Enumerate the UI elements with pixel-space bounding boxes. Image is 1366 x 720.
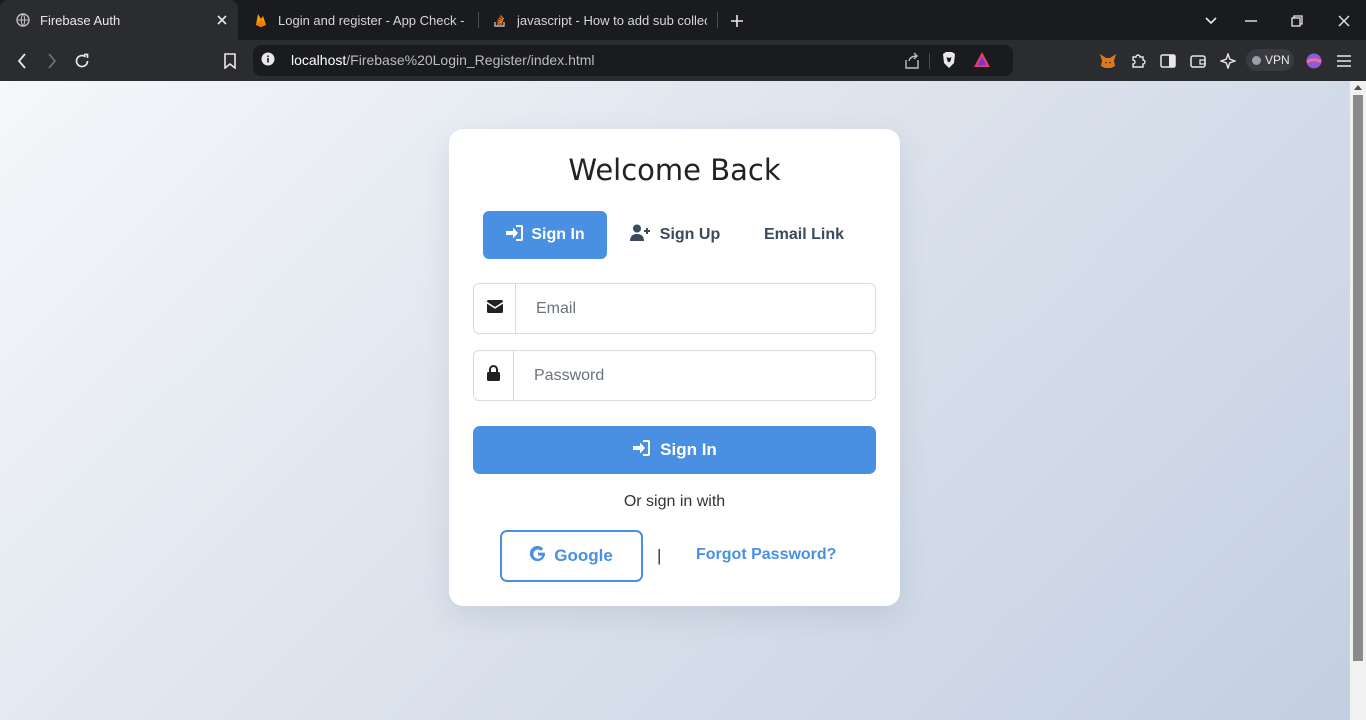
tab-title: Firebase Auth [40, 12, 121, 28]
tab-sign-up-label: Sign Up [659, 226, 721, 243]
page-title: Welcome Back [568, 153, 781, 187]
tab-firebase-auth[interactable]: Firebase Auth [0, 0, 238, 40]
tab-sign-in[interactable]: Sign In [483, 211, 607, 259]
sign-in-button[interactable]: Sign In [473, 426, 876, 474]
back-icon[interactable] [10, 49, 34, 73]
menu-icon[interactable] [1332, 49, 1356, 73]
reload-icon[interactable] [70, 49, 94, 73]
brave-shields-icon[interactable] [940, 51, 958, 69]
firebase-icon [254, 13, 268, 27]
url-separator [929, 53, 930, 69]
url-host: localhost [291, 52, 347, 68]
wallet-icon[interactable] [1186, 49, 1210, 73]
new-tab-icon[interactable] [726, 10, 748, 32]
brave-rewards-icon[interactable] [973, 51, 991, 69]
tab-separator [478, 12, 479, 28]
vpn-status-dot [1252, 55, 1261, 65]
google-button-label: Google [554, 546, 613, 565]
forgot-password-link[interactable]: Forgot Password? [696, 546, 836, 564]
tab-app-check[interactable]: Login and register - App Check - Fir [254, 0, 470, 40]
tab-strip: Firebase Auth Login and register - App C… [0, 0, 1366, 40]
vpn-button[interactable]: VPN [1246, 49, 1294, 71]
tab-search-chevron-icon[interactable] [1200, 10, 1222, 32]
separator-pipe: | [657, 546, 662, 565]
sign-in-icon [505, 224, 524, 246]
password-addon [474, 351, 514, 400]
lock-icon [487, 365, 500, 386]
address-bar[interactable]: localhost/Firebase%20Login_Register/inde… [253, 45, 1013, 76]
sign-in-icon [632, 439, 651, 461]
metamask-icon[interactable] [1096, 49, 1120, 73]
scroll-up-arrow-icon[interactable] [1354, 85, 1362, 90]
google-icon [530, 545, 546, 567]
email-input-group [473, 283, 876, 334]
scrollbar[interactable] [1350, 81, 1366, 720]
vpn-label: VPN [1265, 53, 1290, 67]
email-addon [474, 284, 516, 333]
tab-email-link[interactable]: Email Link [755, 211, 853, 259]
or-sign-in-with-text: Or sign in with [623, 493, 726, 510]
globe-icon [16, 13, 30, 27]
user-plus-icon [629, 224, 652, 246]
leo-ai-icon[interactable] [1216, 49, 1240, 73]
password-field[interactable] [534, 351, 864, 400]
url-text: localhost/Firebase%20Login_Register/inde… [291, 52, 595, 68]
tab-sign-up[interactable]: Sign Up [621, 211, 729, 259]
auth-card: Welcome Back Sign In Sign Up Email Link [449, 129, 900, 606]
stackoverflow-icon [493, 13, 507, 27]
url-path: /Firebase%20Login_Register/index.html [346, 52, 595, 68]
tab-stackoverflow[interactable]: javascript - How to add sub collectio [493, 0, 709, 40]
restore-icon[interactable] [1286, 10, 1308, 32]
close-window-icon[interactable] [1333, 10, 1355, 32]
password-input-group [473, 350, 876, 401]
sidebar-icon[interactable] [1156, 49, 1180, 73]
tab-separator [717, 12, 718, 28]
site-info-icon[interactable] [261, 52, 277, 68]
profile-avatar-icon[interactable] [1302, 49, 1326, 73]
extensions-icon[interactable] [1126, 49, 1150, 73]
tab-title: javascript - How to add sub collectio [517, 12, 707, 28]
scroll-thumb[interactable] [1353, 95, 1363, 661]
share-icon[interactable] [903, 52, 921, 70]
forward-icon[interactable] [40, 49, 64, 73]
tab-email-link-label: Email Link [763, 226, 845, 243]
sign-in-button-label: Sign In [660, 440, 717, 459]
google-sign-in-button[interactable]: Google [500, 530, 643, 582]
tab-sign-in-label: Sign In [531, 226, 585, 243]
tab-title: Login and register - App Check - Fir [278, 12, 466, 28]
envelope-icon [486, 299, 503, 318]
minimize-icon[interactable] [1240, 10, 1262, 32]
email-field[interactable] [536, 284, 866, 333]
bookmark-icon[interactable] [218, 49, 242, 73]
close-tab-icon[interactable] [214, 12, 230, 28]
